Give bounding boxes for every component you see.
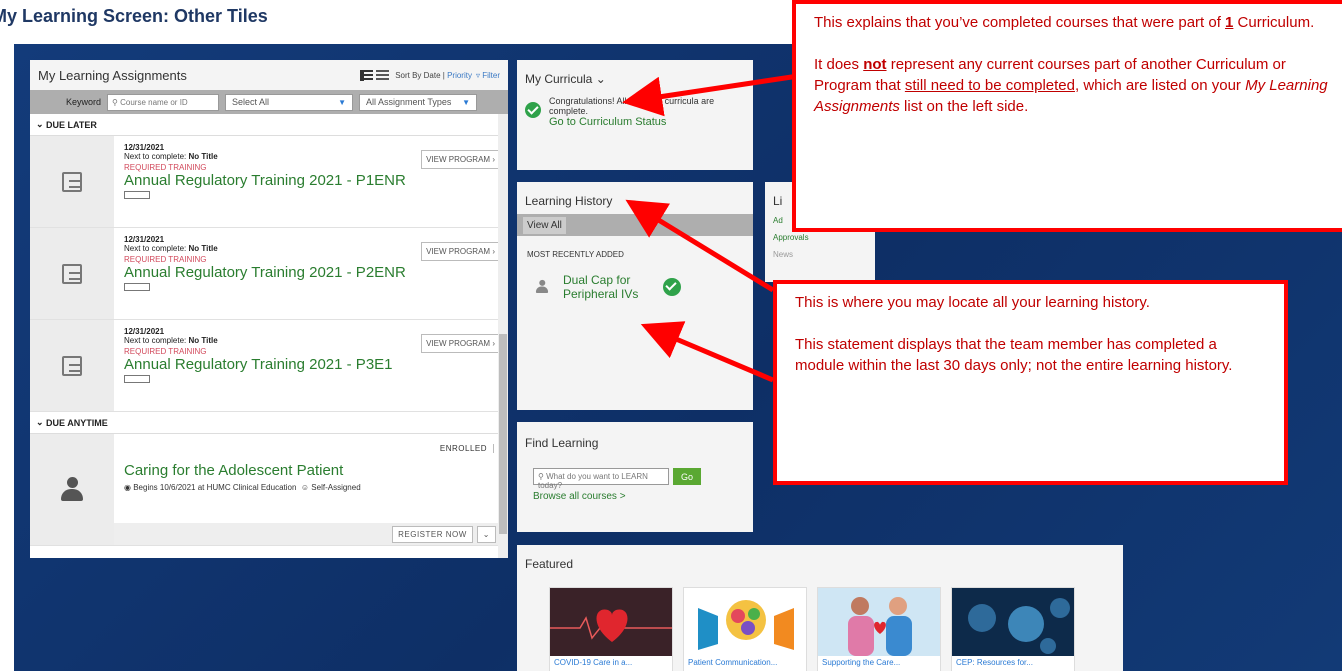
arrow-to-recent (640, 321, 774, 383)
arrow-to-history (625, 199, 775, 293)
history-callout: This is where you may locate all your le… (773, 280, 1288, 485)
arrow-to-curricula (622, 72, 806, 117)
curricula-callout: This explains that you’ve completed cour… (792, 0, 1342, 232)
